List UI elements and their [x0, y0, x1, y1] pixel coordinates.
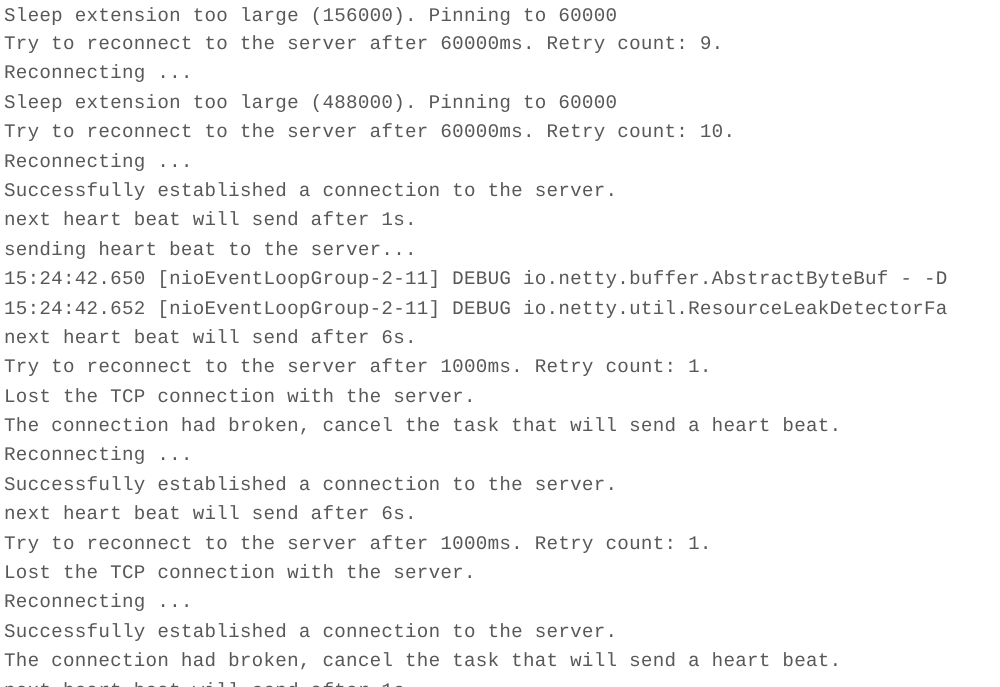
log-line: Try to reconnect to the server after 100…	[4, 356, 712, 379]
log-line: next heart beat will send after 1s.	[4, 209, 417, 232]
log-line: sending heart beat to the server...	[4, 238, 417, 261]
log-line: The connection had broken, cancel the ta…	[4, 415, 842, 438]
log-line: Sleep extension too large (488000). Pinn…	[4, 91, 618, 114]
log-line: next heart beat will send after 6s.	[4, 503, 417, 526]
log-line: Successfully established a connection to…	[4, 179, 618, 202]
log-line: Successfully established a connection to…	[4, 620, 618, 643]
log-line: Reconnecting ...	[4, 150, 193, 173]
log-line: Reconnecting ...	[4, 62, 193, 85]
log-line: Try to reconnect to the server after 600…	[4, 33, 724, 55]
log-line: Successfully established a connection to…	[4, 473, 618, 496]
log-line: Lost the TCP connection with the server.	[4, 562, 476, 585]
log-line: The connection had broken, cancel the ta…	[4, 650, 842, 673]
log-line: next heart beat will send after 1s.	[0, 677, 1000, 687]
log-line: Lost the TCP connection with the server.	[4, 385, 476, 408]
log-line: Try to reconnect to the server after 600…	[4, 121, 736, 144]
log-line: Try to reconnect to the server after 100…	[4, 532, 712, 555]
log-line: 15:24:42.650 [nioEventLoopGroup-2-11] DE…	[4, 268, 948, 291]
log-line: next heart beat will send after 6s.	[4, 326, 417, 349]
log-line: Reconnecting ...	[4, 444, 193, 467]
console-log-output[interactable]: Sleep extension too large (156000). Pinn…	[0, 0, 1000, 687]
log-line: Sleep extension too large (156000). Pinn…	[4, 5, 618, 27]
log-line: 15:24:42.652 [nioEventLoopGroup-2-11] DE…	[4, 297, 948, 320]
log-line: Reconnecting ...	[4, 591, 193, 614]
